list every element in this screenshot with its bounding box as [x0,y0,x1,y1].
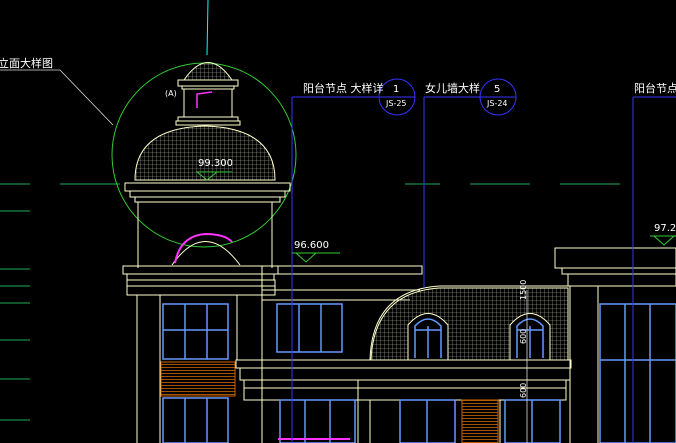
elev-roof-left: 96.600 [294,240,329,251]
elev-roof-right: 97.20 [654,223,676,234]
cyan-axis-line [206,0,209,56]
brick-hatch-center [461,399,499,443]
callout-leaders [291,96,676,443]
balcony-detail-label-2: 阳台节点 [634,82,676,95]
brick-hatch-left [160,361,236,397]
callout-5-number: 5 [494,84,501,95]
elev-marker-right [650,235,676,246]
dim-vertical-3: 600 [519,382,528,398]
dim-vertical-2: 600 [519,328,528,344]
elev-marker-left [292,252,340,263]
elev-dome: 99.300 [198,158,233,169]
dome-small-label: (A) [165,89,177,98]
callout-5-sheet: JS-24 [487,99,508,108]
leader-line-dome [59,69,114,126]
magenta-arc-top [196,91,213,108]
dim-vertical-1: 1500 [519,279,528,300]
callout-1-number: 1 [393,84,400,95]
balcony-detail-label-1: 阳台节点 大样详 [303,82,384,95]
callout-1-sheet: JS-25 [386,99,407,108]
dome-detail-label: 立面大样图 [0,57,53,70]
parapet-detail-label: 女儿墙大样 [425,82,480,95]
cad-elevation-drawing[interactable] [0,0,676,443]
